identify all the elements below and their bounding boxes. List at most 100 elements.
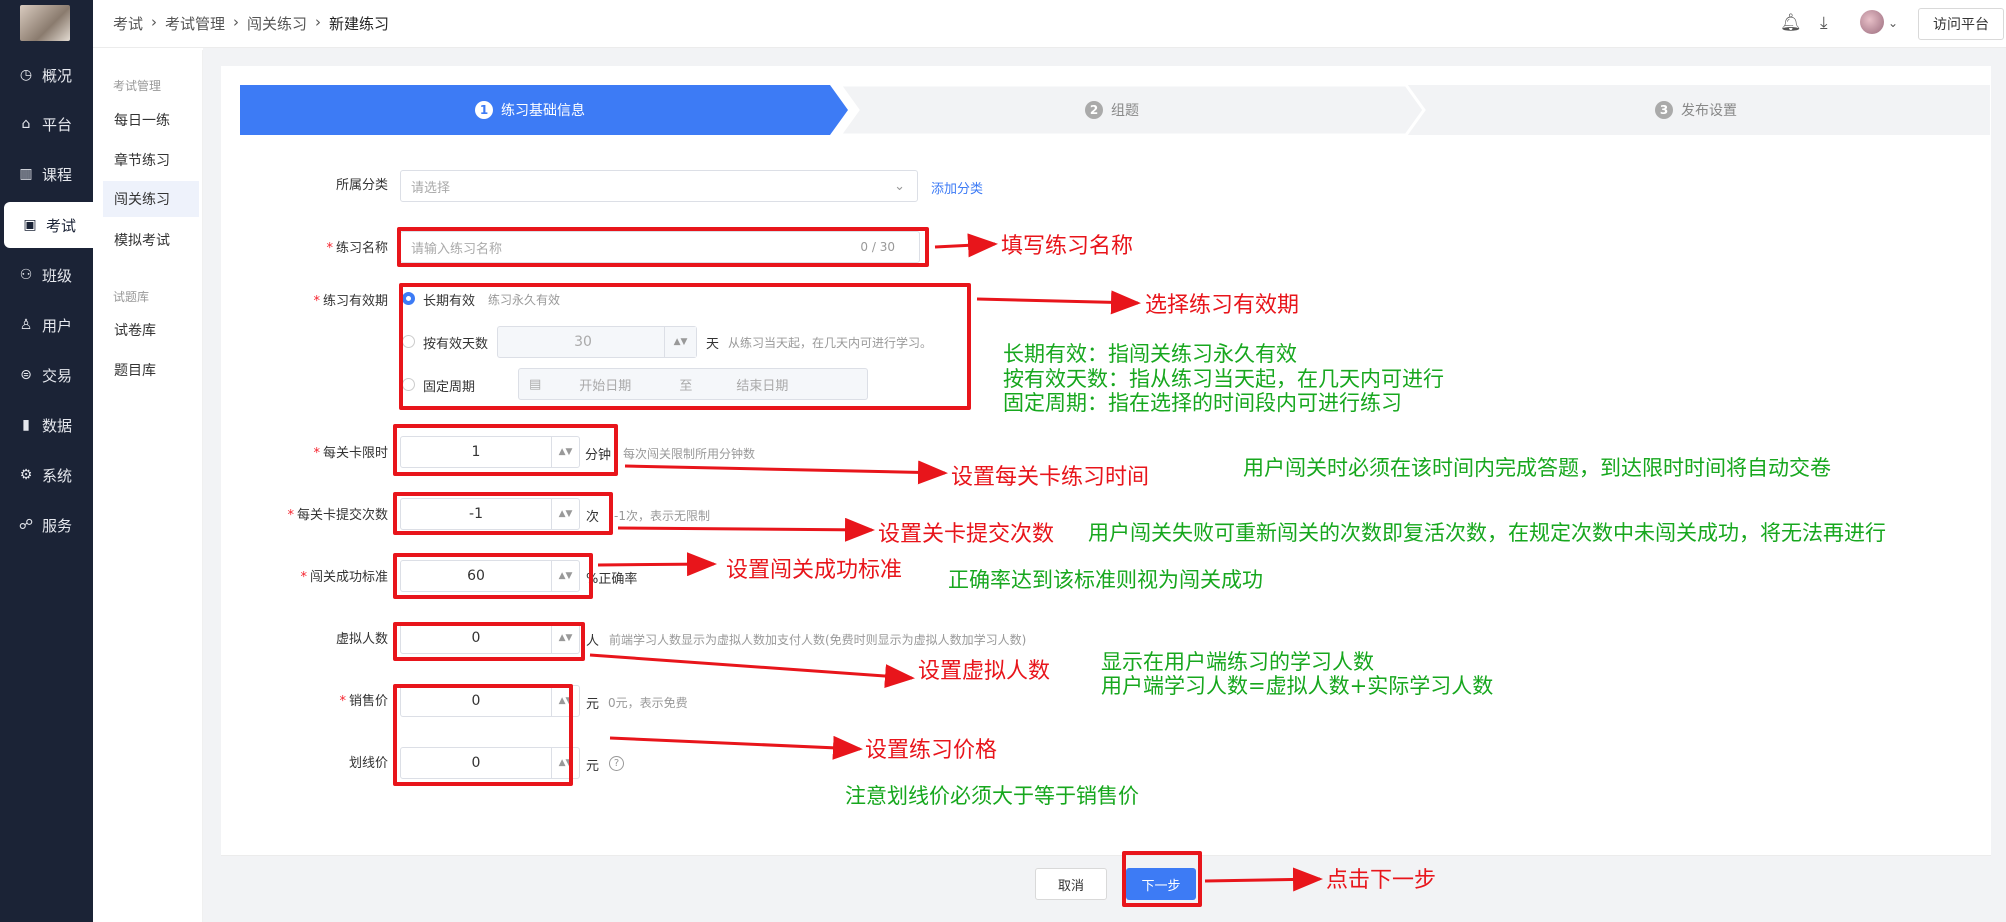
- step-number: 3: [1655, 101, 1673, 119]
- highlight-box: [393, 684, 573, 786]
- submit-times-hint: -1次，表示无限制: [614, 509, 710, 523]
- visit-platform-button[interactable]: 访问平台: [1918, 8, 2004, 40]
- sidebar-item-data[interactable]: ▮ 数据: [0, 402, 93, 448]
- category-label: 所属分类: [335, 178, 388, 193]
- chevron-right-icon: ›: [151, 13, 158, 31]
- avatar[interactable]: [1860, 10, 1884, 34]
- sidebar-item-label: 班级: [42, 266, 73, 285]
- download-icon[interactable]: ⤓: [1820, 13, 1828, 33]
- annotation-name: 填写练习名称: [1001, 234, 1134, 259]
- annotation-virtual-count: 设置虚拟人数: [918, 659, 1051, 684]
- sidebar-item-trade[interactable]: ⊜ 交易: [0, 352, 93, 398]
- sidebar: ◷ 概况 ⌂ 平台 ▥ 课程 ▣ 考试 ⚇ 班级 ♙ 用户 ⊜ 交易 ▮ 数据 ⚙ 系统 ☍ 服务: [0, 0, 93, 922]
- logo[interactable]: [20, 5, 70, 41]
- subnav-item-chapter[interactable]: 章节练习: [103, 142, 199, 178]
- subnav-item-paper-bank[interactable]: 试卷库: [103, 312, 199, 348]
- annotation-validity: 选择练习有效期: [1145, 293, 1300, 318]
- price-unit: 元: [586, 697, 600, 712]
- chevron-right-icon: ›: [233, 13, 240, 31]
- validity-label: * 练习有效期: [313, 294, 388, 309]
- subnav-group-title: 考试管理: [113, 79, 162, 93]
- sidebar-item-label: 课程: [42, 165, 73, 184]
- step-basic-info[interactable]: 1 练习基础信息: [475, 85, 585, 135]
- chart-icon: ▮: [22, 417, 30, 433]
- sidebar-item-platform[interactable]: ⌂ 平台: [0, 101, 93, 147]
- breadcrumb-item[interactable]: 闯关练习: [247, 13, 307, 34]
- virtual-count-label: 虚拟人数: [335, 632, 388, 647]
- note-validity-long-term: 长期有效：指闯关练习永久有效: [1003, 342, 1297, 366]
- sidebar-item-label: 用户: [42, 316, 73, 335]
- annotation-next: 点击下一步: [1326, 868, 1437, 893]
- name-label: * 练习名称: [326, 241, 388, 256]
- highlight-box: [393, 553, 593, 599]
- trade-icon: ⊜: [20, 367, 32, 383]
- note-time-limit: 用户闯关时必须在该时间内完成答题，到达限时时间将自动交卷: [1243, 456, 1831, 480]
- note-virtual-display: 显示在用户端练习的学习人数: [1101, 650, 1374, 674]
- subnav-item-question-bank[interactable]: 题目库: [103, 352, 199, 388]
- annotation-submit-times: 设置关卡提交次数: [878, 522, 1055, 547]
- dashboard-icon: ◷: [19, 67, 33, 83]
- note-strike-price: 注意划线价必须大于等于销售价: [845, 784, 1139, 808]
- highlight-box: [399, 283, 971, 410]
- service-icon: ☍: [18, 517, 34, 533]
- highlight-box: [393, 622, 585, 661]
- breadcrumb: 考试 › 考试管理 › 闯关练习 › 新建练习: [113, 13, 389, 34]
- sidebar-item-system[interactable]: ⚙ 系统: [0, 452, 93, 498]
- sidebar-item-course[interactable]: ▥ 课程: [0, 151, 93, 197]
- sub-navigation: 考试管理 每日一练 章节练习 闯关练习 模拟考试 试题库 试卷库 题目库: [93, 50, 203, 922]
- top-bar: 考试 › 考试管理 › 闯关练习 › 新建练习 🔔︎ ⤓ ⌄ 访问平台: [93, 0, 2006, 48]
- footer-divider: [221, 855, 1991, 856]
- subnav-group-title: 试题库: [113, 290, 150, 304]
- virtual-count-hint: 前端学习人数显示为虚拟人数加支付人数(免费时则显示为虚拟人数加学习人数): [609, 633, 1027, 647]
- sidebar-item-service[interactable]: ☍ 服务: [0, 502, 93, 548]
- annotation-price: 设置练习价格: [865, 738, 998, 763]
- sidebar-item-overview[interactable]: ◷ 概况: [0, 52, 93, 98]
- breadcrumb-item[interactable]: 考试: [113, 13, 143, 34]
- settings-icon: ⚙: [19, 467, 33, 483]
- breadcrumb-current: 新建练习: [329, 15, 390, 33]
- time-limit-hint: 每次闯关限制所用分钟数: [623, 447, 756, 461]
- step-publish[interactable]: 3 发布设置: [1655, 85, 1737, 135]
- platform-icon: ⌂: [21, 116, 31, 132]
- subnav-item-challenge[interactable]: 闯关练习: [103, 181, 199, 217]
- chevron-right-icon: ›: [315, 13, 322, 31]
- sidebar-item-label: 数据: [42, 416, 73, 435]
- exam-icon: ▣: [23, 217, 37, 233]
- cancel-button[interactable]: 取消: [1035, 868, 1107, 900]
- breadcrumb-item[interactable]: 考试管理: [165, 13, 225, 34]
- highlight-box: [393, 424, 618, 476]
- category-placeholder: 请选择: [411, 180, 451, 196]
- subnav-item-daily[interactable]: 每日一练: [103, 102, 199, 138]
- note-submit-times: 用户闯关失败可重新闯关的次数即复活次数，在规定次数中未闯关成功，将无法再进行: [1088, 521, 1886, 545]
- strike-price-label: 划线价: [348, 756, 388, 771]
- note-validity-fixed: 固定周期：指在选择的时间段内可进行练习: [1003, 391, 1402, 415]
- time-limit-label: * 每关卡限时: [313, 446, 388, 461]
- category-select[interactable]: 请选择 ⌄: [400, 170, 918, 202]
- step-number: 2: [1085, 101, 1103, 119]
- sidebar-item-class[interactable]: ⚇ 班级: [0, 252, 93, 298]
- note-validity-by-days: 按有效天数：指从练习当天起，在几天内可进行: [1003, 367, 1444, 391]
- app-root: { "sidebar": { "items": [ {"label":"概况",…: [0, 0, 2006, 922]
- note-virtual-formula: 用户端学习人数=虚拟人数+实际学习人数: [1101, 674, 1494, 698]
- sidebar-item-user[interactable]: ♙ 用户: [0, 302, 93, 348]
- sidebar-item-label: 系统: [42, 466, 73, 485]
- sidebar-item-label: 考试: [46, 216, 77, 235]
- sidebar-item-label: 交易: [42, 366, 73, 385]
- pass-standard-unit: %正确率: [586, 572, 638, 587]
- subnav-item-mock[interactable]: 模拟考试: [103, 222, 199, 258]
- step-label: 发布设置: [1681, 103, 1737, 119]
- sidebar-item-exam[interactable]: ▣ 考试: [4, 202, 93, 248]
- step-compose[interactable]: 2 组题: [1085, 85, 1139, 135]
- annotation-time-limit: 设置每关卡练习时间: [951, 465, 1150, 490]
- step-label: 组题: [1111, 103, 1139, 119]
- highlight-box: [397, 227, 929, 267]
- add-category-link[interactable]: 添加分类: [931, 178, 983, 197]
- note-pass-standard: 正确率达到该标准则视为闯关成功: [948, 568, 1263, 592]
- book-icon: ▥: [19, 166, 33, 182]
- highlight-box: [393, 492, 613, 535]
- help-icon[interactable]: ?: [609, 756, 624, 771]
- bell-icon[interactable]: 🔔︎: [1780, 13, 1802, 33]
- pass-standard-label: * 闯关成功标准: [300, 570, 388, 585]
- highlight-box: [1122, 851, 1202, 907]
- chevron-down-icon[interactable]: ⌄: [1888, 16, 1898, 30]
